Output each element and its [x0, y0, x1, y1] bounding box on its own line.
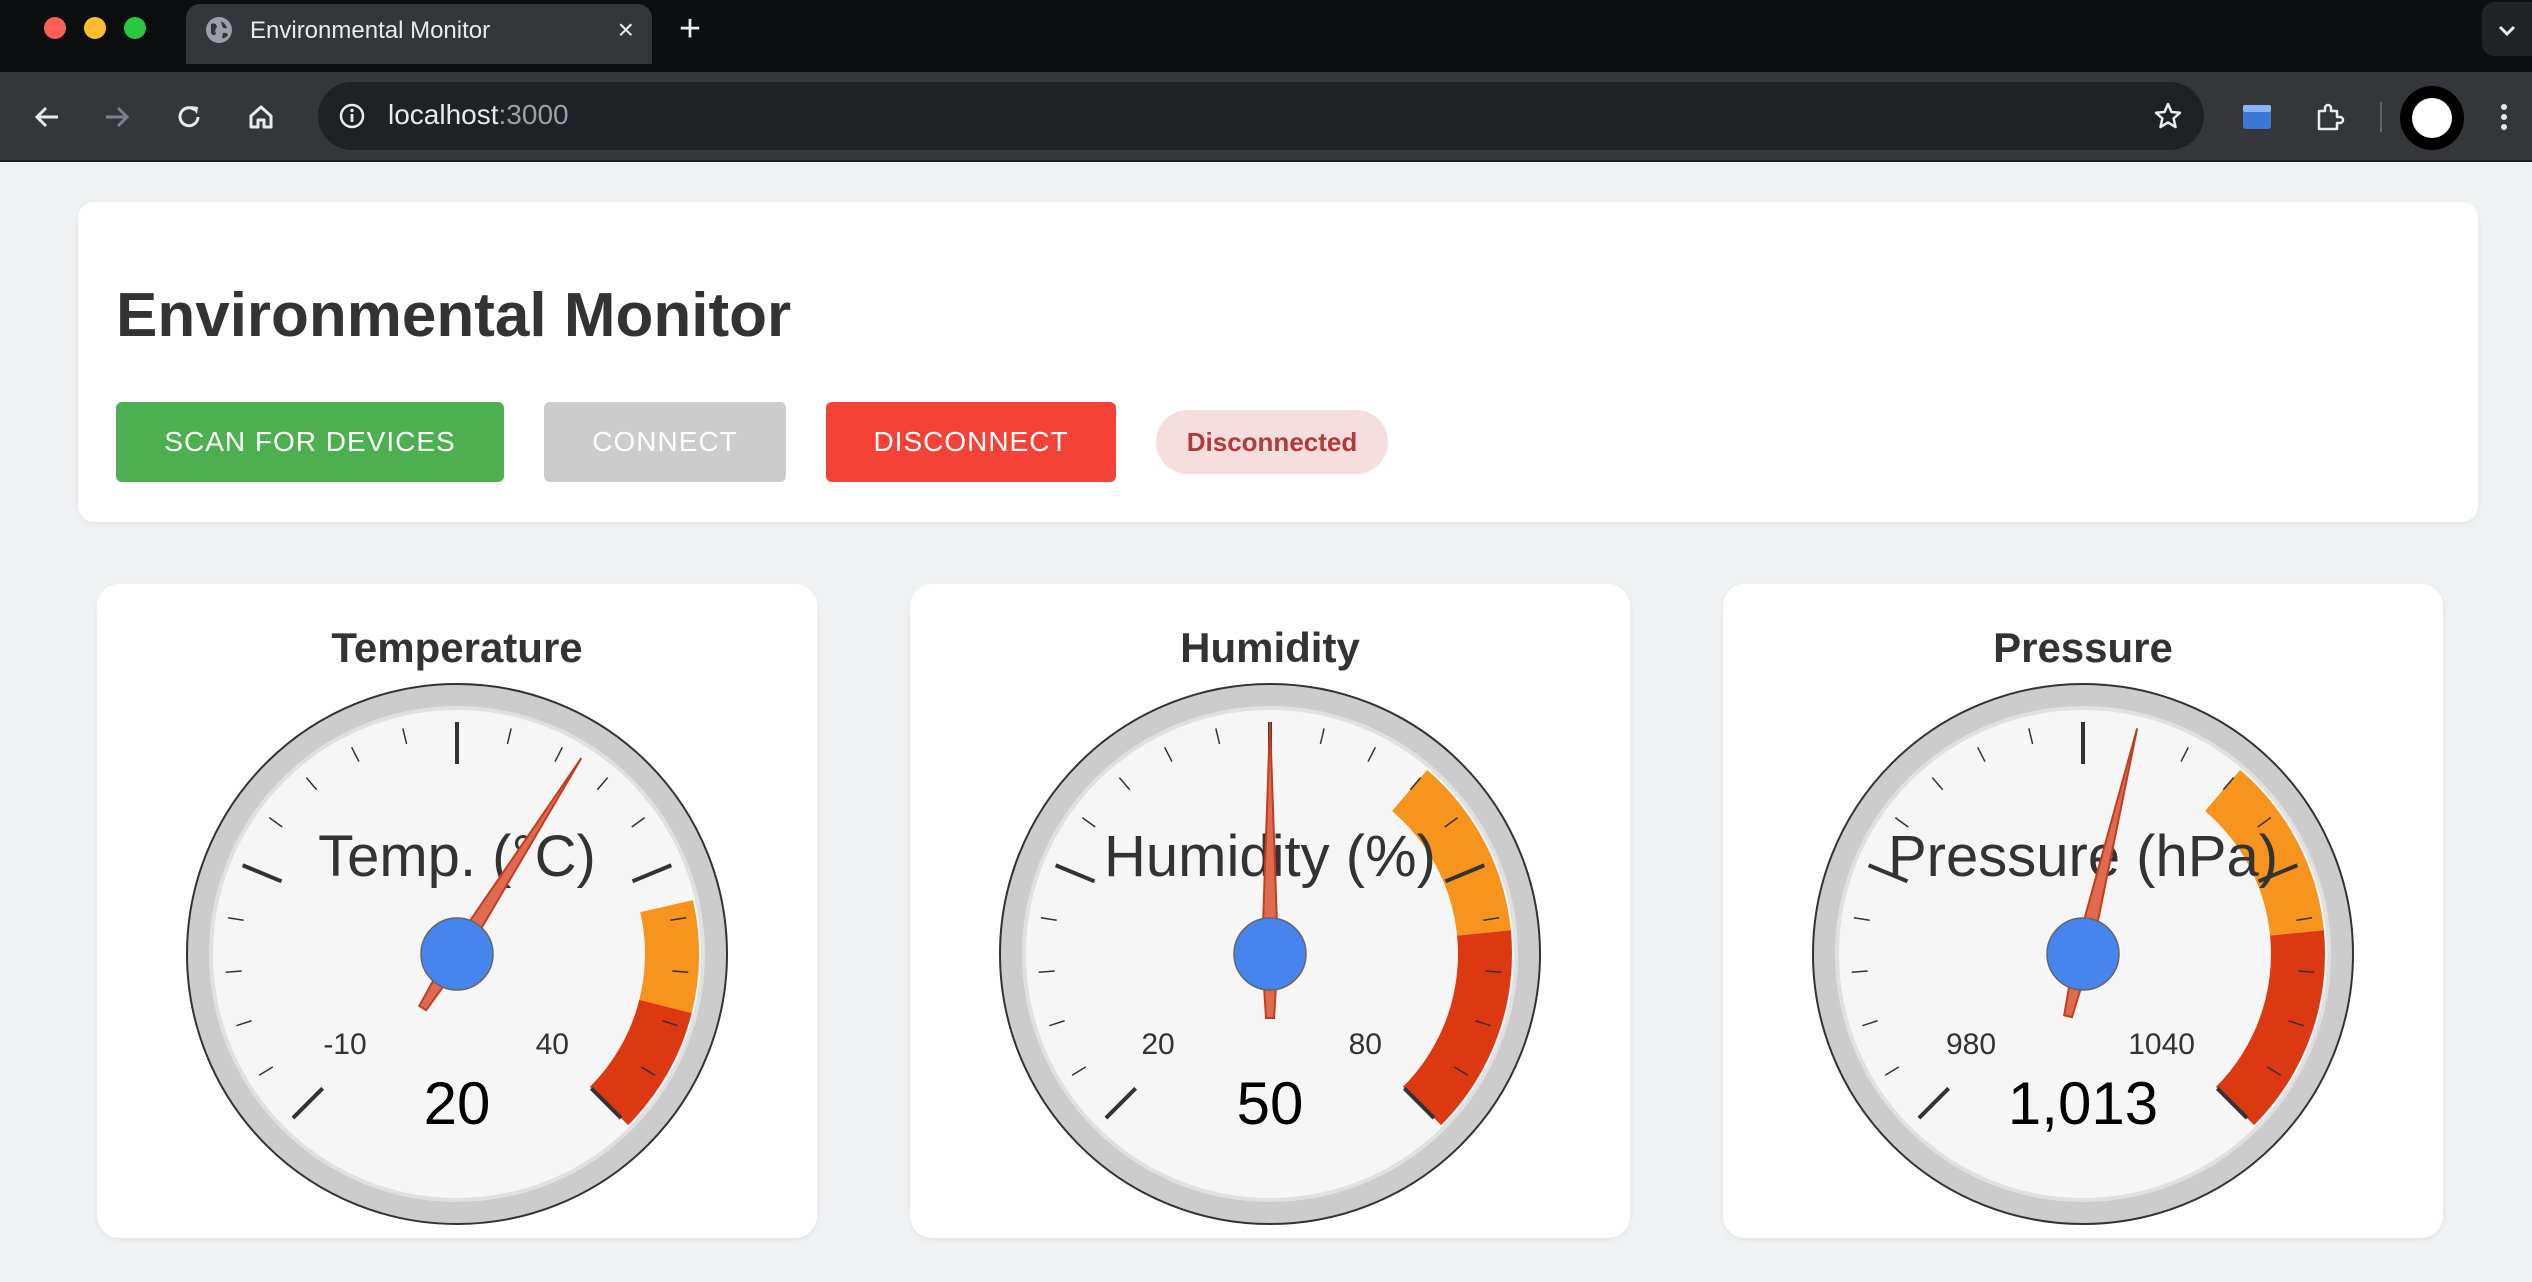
star-icon — [2154, 102, 2182, 129]
gauge-title: Temperature — [331, 624, 583, 671]
globe-icon — [206, 17, 232, 43]
gauge-zone — [639, 900, 699, 1014]
url-host: localhost — [388, 99, 499, 130]
profile-avatar[interactable] — [2400, 86, 2464, 150]
chevron-down-icon — [2498, 26, 2516, 37]
browser-tab-bar: Environmental Monitor × + — [0, 0, 2532, 72]
window-maximize-button[interactable] — [124, 17, 146, 39]
connect-button[interactable]: CONNECT — [544, 402, 786, 482]
forward-button[interactable] — [94, 94, 140, 140]
browser-tab[interactable]: Environmental Monitor × — [186, 4, 652, 64]
address-bar[interactable]: localhost:3000 — [318, 82, 2204, 150]
gauge-dial: Humidity (%)20 8050 — [999, 683, 1541, 1225]
gauge-value: 1,013 — [2008, 1070, 2158, 1137]
pressure-gauge-card: Pressure Pressure (hPa) 980 1040 1,013 — [1723, 584, 2443, 1238]
gauge-dial: Pressure (hPa) 980 1040 1,013 — [1812, 683, 2354, 1225]
gauge-hub — [2046, 917, 2120, 991]
puzzle-icon — [2317, 103, 2345, 131]
connection-status-badge: Disconnected — [1156, 410, 1388, 474]
gauge-title: Pressure — [1993, 624, 2173, 671]
info-icon — [339, 103, 365, 129]
extension-button[interactable] — [2234, 94, 2280, 140]
gauge-min-label: 20 — [1141, 1028, 1174, 1061]
window-close-button[interactable] — [44, 17, 66, 39]
back-button[interactable] — [24, 94, 70, 140]
gauge-label: Pressure (hPa) — [1888, 824, 2278, 889]
gauge-dial: Temp. (°C) -10 40 20 — [186, 683, 728, 1225]
avatar-image — [2412, 98, 2452, 138]
close-tab-icon[interactable]: × — [618, 13, 634, 47]
disconnect-button[interactable]: DISCONNECT — [826, 402, 1116, 482]
url-text: localhost:3000 — [388, 99, 569, 131]
browser-menu-button[interactable] — [2484, 94, 2524, 140]
extensions-menu-button[interactable] — [2306, 94, 2352, 140]
more-vertical-icon — [2501, 104, 2507, 130]
bookmark-star-button[interactable] — [2148, 96, 2188, 136]
gauge-hub — [420, 917, 494, 991]
gauge-label: Temp. (°C) — [318, 824, 596, 889]
page-title: Environmental Monitor — [116, 281, 792, 350]
gauge-title: Humidity — [1180, 624, 1360, 671]
gauge-min-label: 980 — [1946, 1028, 1996, 1061]
gauge-max-label: 1040 — [2128, 1028, 2195, 1061]
gauge-min-label: -10 — [323, 1028, 366, 1061]
site-info-icon[interactable] — [332, 96, 372, 136]
new-tab-button[interactable]: + — [670, 10, 710, 50]
tab-title: Environmental Monitor — [250, 17, 491, 44]
toolbar-divider — [2380, 102, 2382, 132]
reload-icon — [178, 106, 200, 128]
arrow-right-icon — [106, 106, 130, 128]
control-panel: Environmental Monitor SCAN FOR DEVICES C… — [78, 202, 2478, 522]
gauge-value: 50 — [1237, 1070, 1304, 1137]
humidity-gauge-card: Humidity Humidity (%) 20 80 50 — [910, 584, 1630, 1238]
home-button[interactable] — [238, 94, 284, 140]
scan-for-devices-button[interactable]: SCAN FOR DEVICES — [116, 402, 504, 482]
temperature-gauge-card: Temperature Temp. (°C) -10 40 20 — [97, 584, 817, 1238]
extension-app-icon — [2243, 105, 2271, 129]
gauge-max-label: 80 — [1349, 1028, 1382, 1061]
tab-search-button[interactable] — [2482, 2, 2532, 56]
window-minimize-button[interactable] — [84, 17, 106, 39]
arrow-left-icon — [34, 106, 58, 128]
home-icon — [249, 105, 273, 129]
reload-button[interactable] — [166, 94, 212, 140]
url-port: :3000 — [498, 99, 569, 130]
gauge-max-label: 40 — [536, 1028, 569, 1061]
browser-toolbar: localhost:3000 — [0, 72, 2532, 162]
gauge-value: 20 — [424, 1070, 491, 1137]
gauge-hub — [1233, 917, 1307, 991]
